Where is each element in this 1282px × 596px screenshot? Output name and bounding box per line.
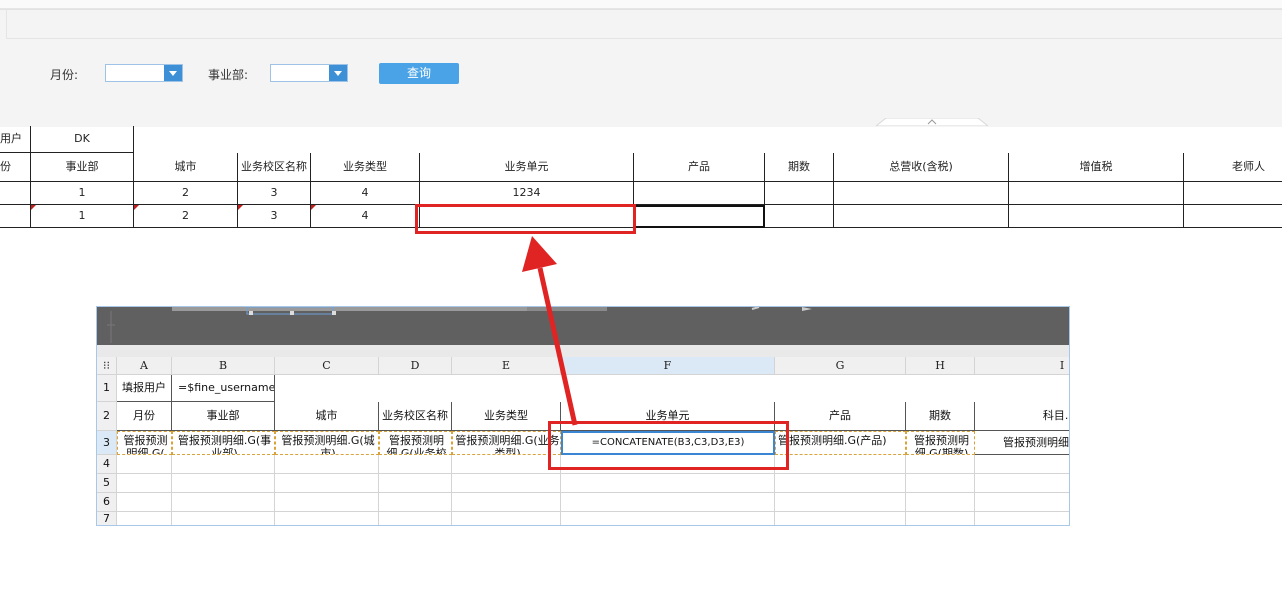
r1-city[interactable]: 2 (134, 182, 238, 205)
r1-division[interactable]: 1 (31, 182, 134, 205)
user-label-cell: 填报用户 (0, 126, 31, 153)
col-header-f[interactable]: F (561, 357, 775, 375)
col-header-d[interactable]: D (379, 357, 452, 375)
report-table: 填报用户 DK 月份 事业部 城市 业务校区名称 业务类型 业务单元 产品 期数… (0, 126, 1282, 230)
header-division: 事业部 (31, 153, 134, 182)
designer-screenshot: ⁝⁝ A B C D E F G H I 1 2 3 4 5 6 7 填报用户 … (96, 306, 1070, 526)
col-header-e[interactable]: E (452, 357, 561, 375)
header-vat: 增值税 (1009, 153, 1184, 182)
r2-campus[interactable]: 3 (238, 205, 311, 228)
header-teacher: 老师人 (1184, 153, 1282, 182)
header-total-revenue: 总营收(含税) (834, 153, 1009, 182)
col-header-h[interactable]: H (906, 357, 975, 375)
designer-toolbar (97, 307, 1069, 345)
r1-total-revenue[interactable] (834, 182, 1009, 205)
row-header-2[interactable]: 2 (97, 402, 117, 431)
header-city: 城市 (134, 153, 238, 182)
select-all-corner[interactable]: ⁝⁝ (97, 357, 117, 375)
month-label: 月份: (50, 68, 79, 82)
d-i2[interactable]: 科目.G( (975, 402, 1069, 431)
d-e3[interactable]: 管报预测明细.G(业务类型) (452, 431, 561, 455)
row-header-7[interactable]: 7 (97, 512, 117, 525)
r2-teacher[interactable] (1184, 205, 1282, 228)
month-select[interactable] (105, 64, 183, 82)
d-d2[interactable]: 业务校区名称 (379, 402, 452, 431)
r2-vat[interactable] (1009, 205, 1184, 228)
d-e2[interactable]: 业务类型 (452, 402, 561, 431)
col-header-g[interactable]: G (775, 357, 906, 375)
row-header-1[interactable]: 1 (97, 375, 117, 402)
highlight-report-cell (415, 204, 636, 234)
r2-division[interactable]: 1 (31, 205, 134, 228)
d-a3[interactable]: 管报预测明细.G( (117, 431, 172, 455)
d-g3[interactable]: 管报预测明细.G(产品) (775, 431, 906, 455)
r1-campus[interactable]: 3 (238, 182, 311, 205)
d-c3[interactable]: 管报预测明细.G(城市) (275, 431, 379, 455)
collapse-tab-icon[interactable] (876, 118, 988, 126)
r1-business-type[interactable]: 4 (311, 182, 420, 205)
d-i3[interactable]: 管报预测明细 (975, 431, 1069, 455)
header-business-unit: 业务单元 (420, 153, 634, 182)
r1-month[interactable] (0, 182, 31, 205)
d-h2[interactable]: 期数 (906, 402, 975, 431)
d-b3[interactable]: 管报预测明细.G(事业部) (172, 431, 275, 455)
d-g2[interactable]: 产品 (775, 402, 906, 431)
division-select[interactable] (270, 64, 348, 82)
col-header-c[interactable]: C (275, 357, 379, 375)
r2-period[interactable] (765, 205, 834, 228)
r1-period[interactable] (765, 182, 834, 205)
row-header-6[interactable]: 6 (97, 493, 117, 512)
arrow-up-icon (522, 236, 557, 272)
header-period: 期数 (765, 153, 834, 182)
r2-city[interactable]: 2 (134, 205, 238, 228)
row-header-5[interactable]: 5 (97, 474, 117, 493)
r2-total-revenue[interactable] (834, 205, 1009, 228)
highlight-formula-cell (548, 421, 789, 470)
d-h3[interactable]: 管报预测明细.G(期数) (906, 431, 975, 455)
row-header-3[interactable]: 3 (97, 431, 117, 455)
designer-toolbar-art (107, 307, 812, 343)
filter-toolbar (0, 9, 1282, 127)
top-strip (0, 0, 1282, 9)
d-b2[interactable]: 事业部 (172, 402, 275, 431)
d-c2[interactable]: 城市 (275, 402, 379, 431)
r1-product[interactable] (634, 182, 765, 205)
d-a1[interactable]: 填报用户 (117, 375, 172, 402)
col-header-i[interactable]: I (975, 357, 1069, 375)
chevron-down-icon[interactable] (329, 65, 347, 81)
header-month: 月份 (0, 153, 31, 182)
header-campus: 业务校区名称 (238, 153, 311, 182)
d-a2[interactable]: 月份 (117, 402, 172, 431)
r1-vat[interactable] (1009, 182, 1184, 205)
r2-product[interactable] (634, 205, 765, 228)
row-header-4[interactable]: 4 (97, 455, 117, 474)
r1-teacher[interactable] (1184, 182, 1282, 205)
toolbar-band (6, 10, 1282, 39)
r2-month[interactable] (0, 205, 31, 228)
col-header-b[interactable]: B (172, 357, 275, 375)
d-d3[interactable]: 管报预测明细.G(业务校 (379, 431, 452, 455)
d-b1[interactable]: =$fine_username (172, 375, 275, 402)
chevron-down-icon[interactable] (164, 65, 182, 81)
header-product: 产品 (634, 153, 765, 182)
query-button[interactable]: 查询 (379, 63, 459, 84)
division-label: 事业部: (208, 68, 249, 82)
user-value-cell: DK (31, 126, 134, 153)
col-header-a[interactable]: A (117, 357, 172, 375)
r1-business-unit[interactable]: 1234 (420, 182, 634, 205)
header-business-type: 业务类型 (311, 153, 420, 182)
r2-business-type[interactable]: 4 (311, 205, 420, 228)
